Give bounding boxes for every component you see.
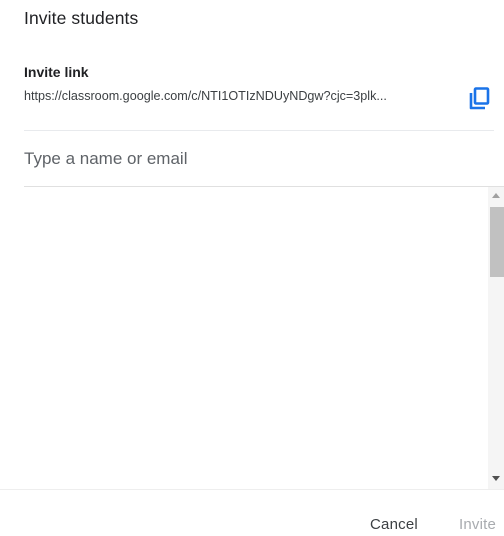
invite-students-dialog: Invite students Invite link https://clas… (0, 0, 504, 536)
suggestions-list (0, 187, 504, 489)
scrollbar-thumb[interactable] (490, 207, 504, 277)
cancel-button[interactable]: Cancel (370, 516, 418, 533)
copy-icon (469, 87, 490, 110)
invite-link-label: Invite link (24, 64, 89, 80)
divider (24, 130, 494, 131)
name-or-email-input[interactable] (24, 146, 464, 172)
scroll-down-arrow-icon[interactable] (492, 476, 500, 481)
dialog-title: Invite students (24, 8, 139, 28)
footer-divider (0, 489, 504, 490)
invite-button[interactable]: Invite (459, 516, 496, 533)
copy-link-button[interactable] (466, 84, 494, 112)
invite-link-url: https://classroom.google.com/c/NTI1OTIzN… (24, 89, 387, 103)
scrollbar[interactable] (488, 187, 504, 489)
scroll-up-arrow-icon[interactable] (492, 193, 500, 198)
